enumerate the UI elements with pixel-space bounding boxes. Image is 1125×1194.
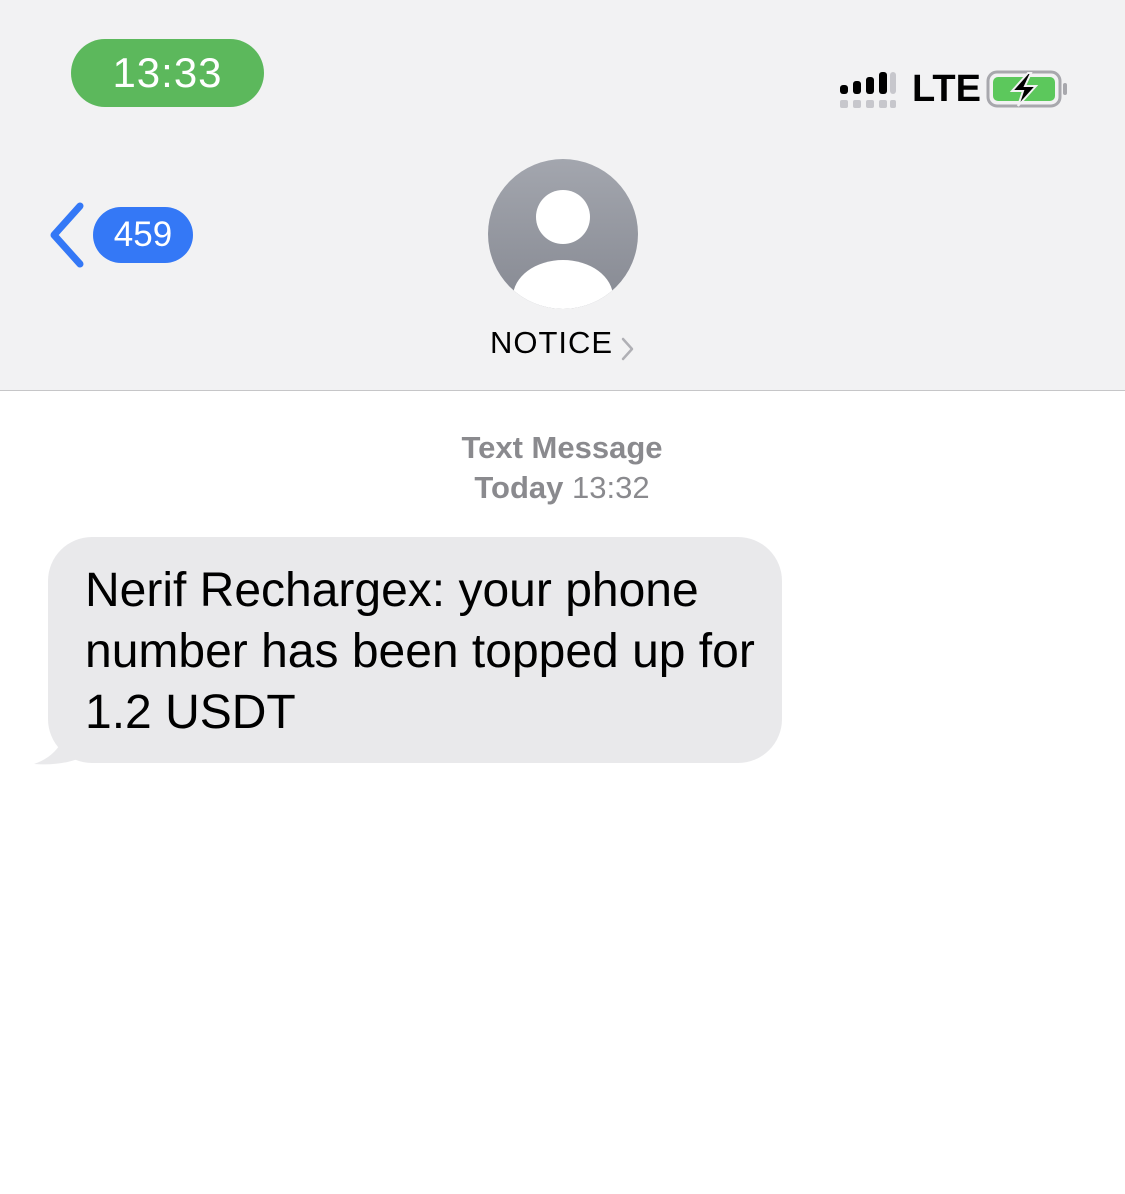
chevron-left-icon	[50, 202, 84, 268]
unread-count-badge: 459	[93, 207, 193, 263]
status-indicators: LTE	[838, 66, 1078, 112]
message-text: Nerif Rechargex: your phone number has b…	[85, 564, 755, 739]
timestamp-day: Today	[474, 470, 564, 505]
conversation-header: 13:33 LTE 459 NOTICE	[0, 0, 1125, 391]
person-avatar-icon[interactable]	[488, 159, 638, 309]
timestamp-time: 13:32	[572, 470, 650, 505]
contact-name: NOTICE	[489, 325, 614, 360]
back-button[interactable]: 459	[44, 200, 204, 270]
message-type-label: Text Message	[461, 430, 663, 465]
network-type: LTE	[912, 68, 981, 110]
incoming-message[interactable]: Nerif Rechargex: your phone number has b…	[30, 536, 790, 768]
message-timestamp: Today 13:32	[362, 468, 762, 508]
battery-charging-icon	[986, 70, 1067, 108]
signal-bars-icon	[840, 72, 896, 108]
status-time: 13:33	[71, 39, 264, 107]
chevron-right-icon	[621, 337, 634, 361]
message-meta: Text Message Today 13:32	[362, 428, 762, 508]
contact-name-button[interactable]: NOTICE	[400, 320, 725, 366]
